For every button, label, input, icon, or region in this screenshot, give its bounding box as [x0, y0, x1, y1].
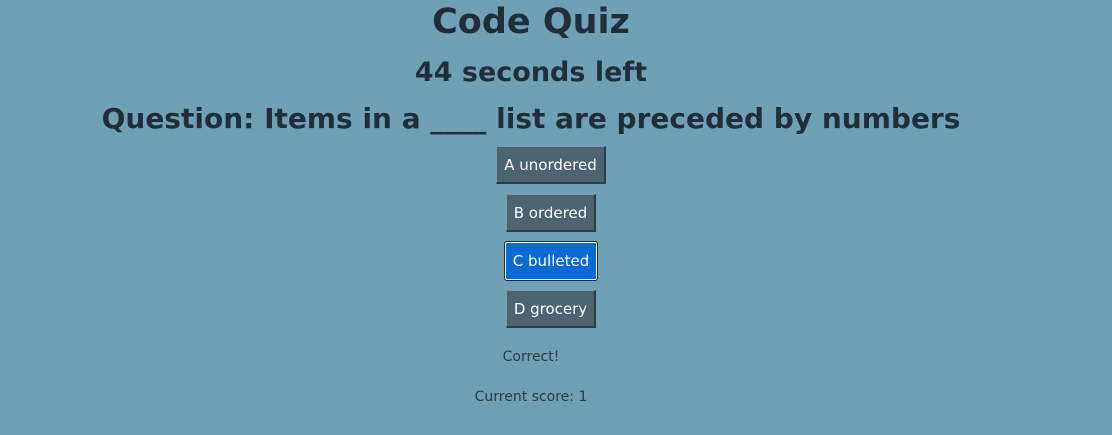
choice-button-a[interactable]: A unordered [496, 146, 606, 184]
choice-button-c[interactable]: C bulleted [503, 241, 599, 281]
answer-feedback: Correct! [502, 349, 560, 365]
current-score: Current score: 1 [474, 389, 588, 405]
page-title: Code Quiz [432, 2, 630, 42]
timer-text: 44 seconds left [414, 57, 648, 88]
choice-button-b[interactable]: B ordered [505, 194, 597, 232]
choice-button-d[interactable]: D grocery [505, 290, 597, 328]
answer-choices: A unordered B ordered C bulleted D groce… [0, 146, 1102, 338]
question-text: Question: Items in a ____ list are prece… [101, 102, 961, 135]
